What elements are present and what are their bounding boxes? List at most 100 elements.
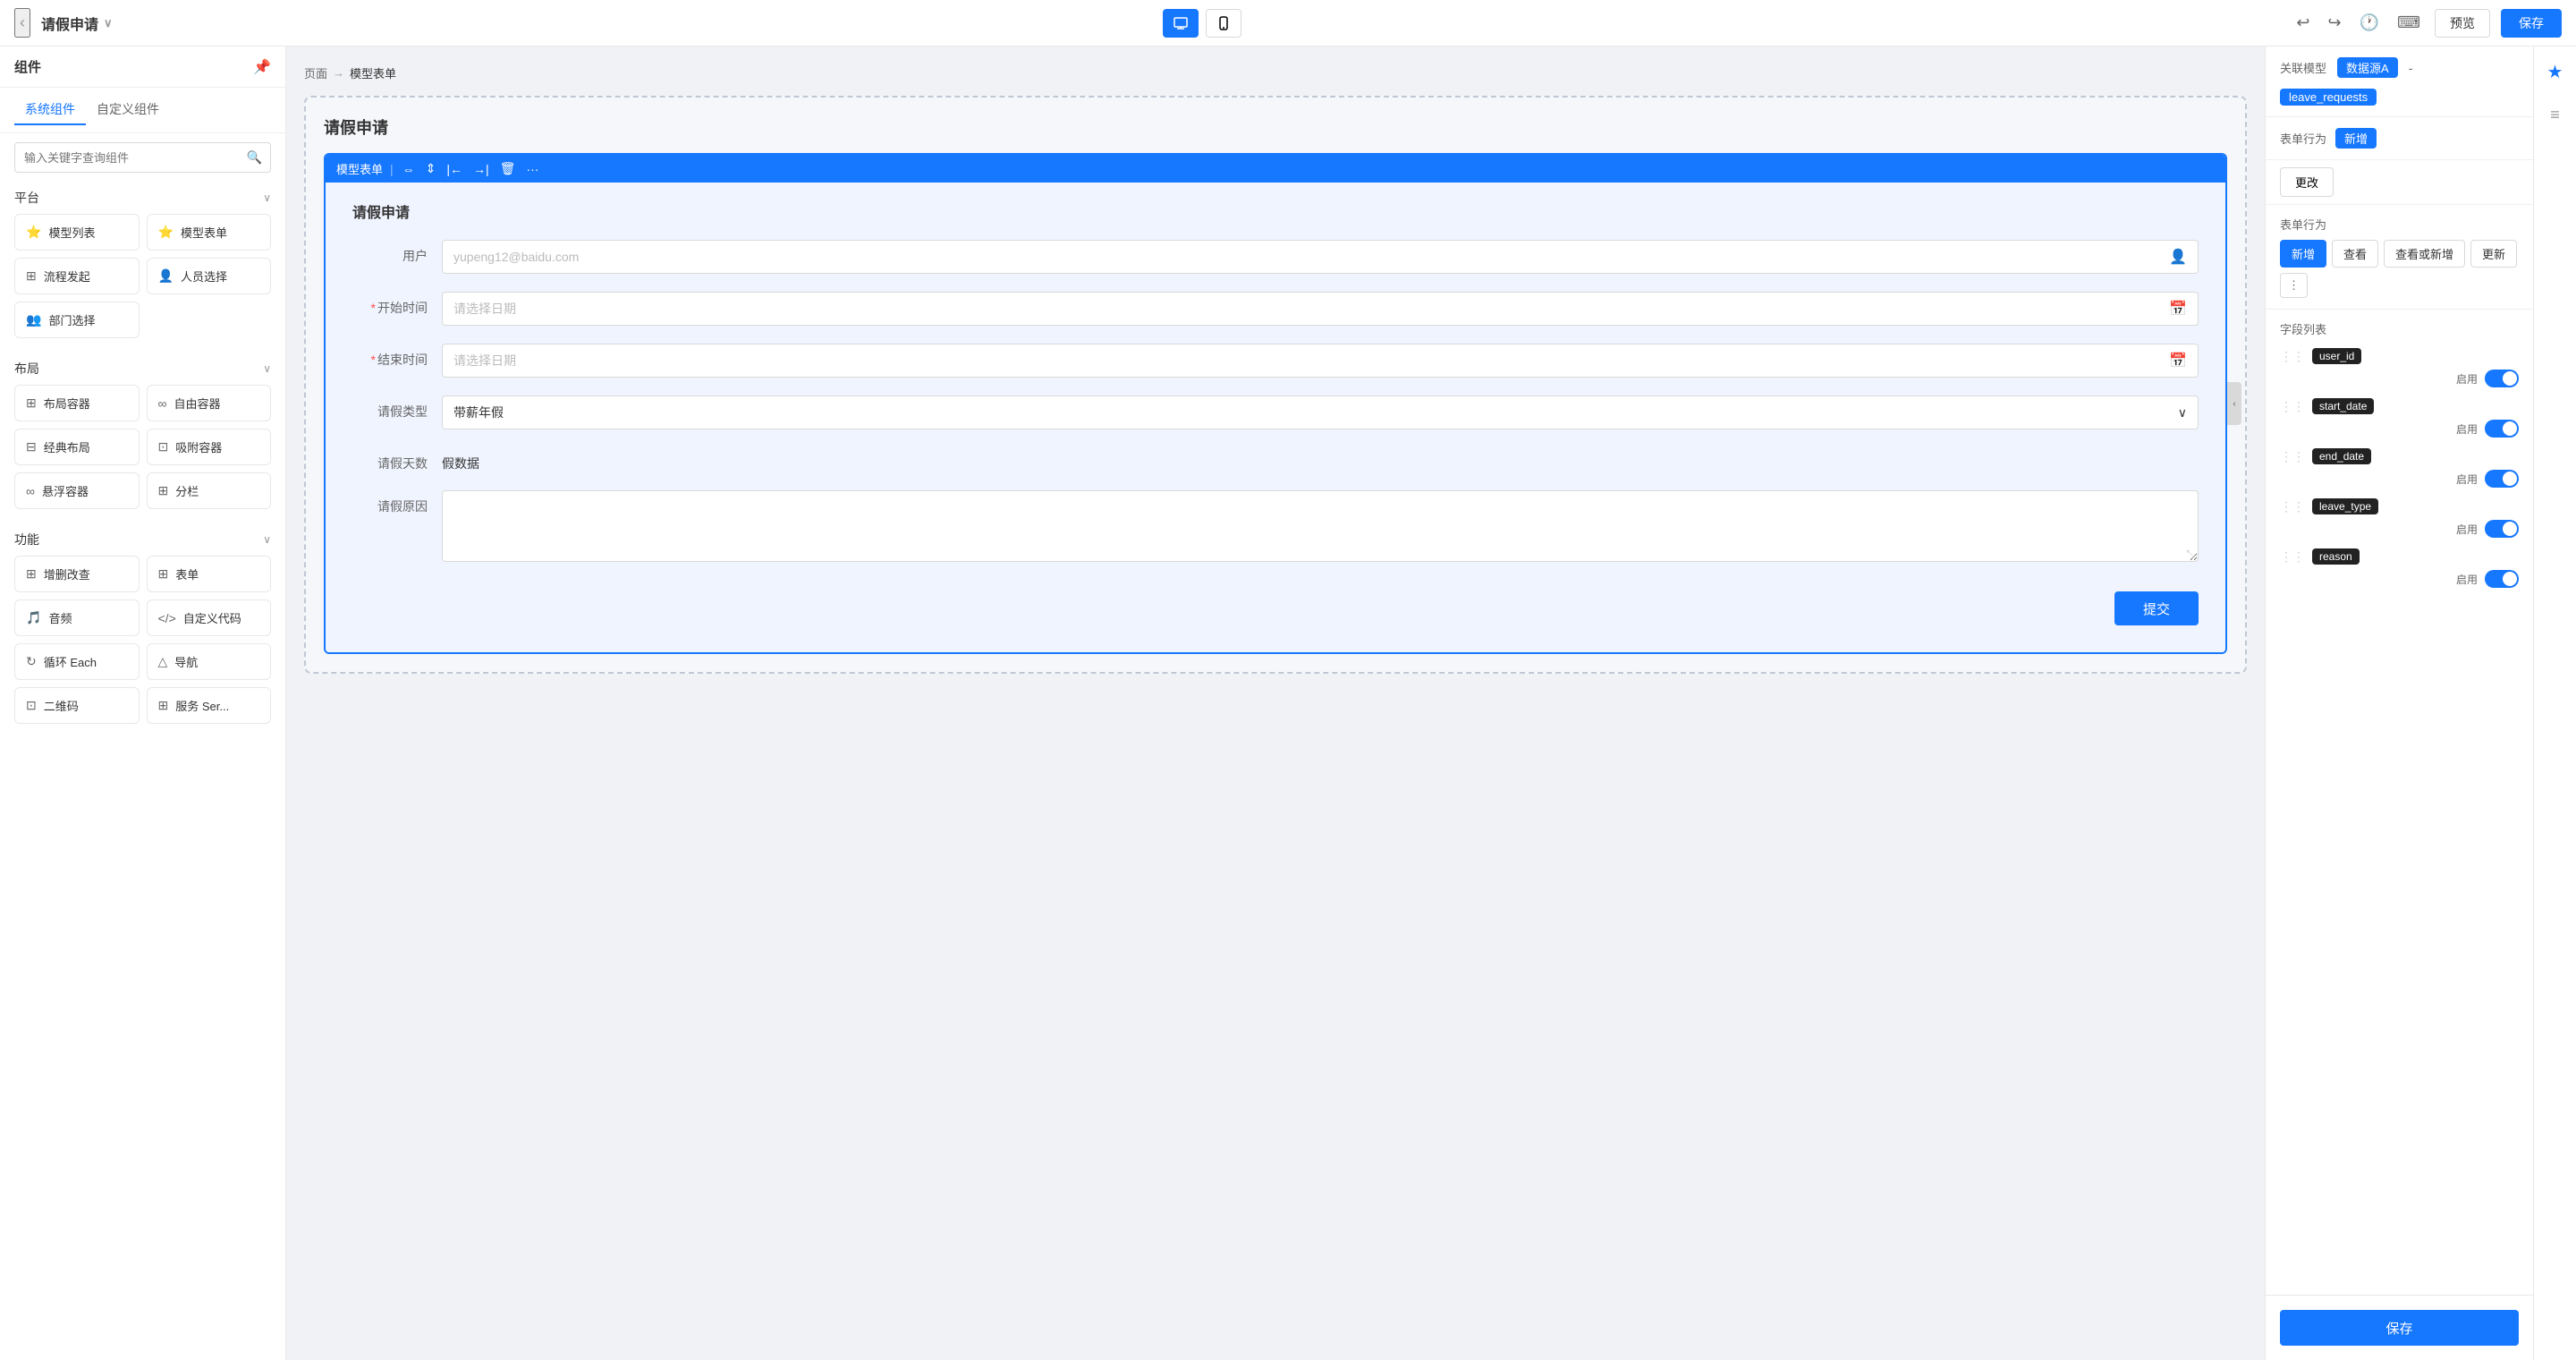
toggle-reason[interactable] [2485, 570, 2519, 588]
component-free-container[interactable]: ∞ 自由容器 [147, 385, 272, 421]
more-icon[interactable]: ··· [524, 162, 540, 176]
delete-icon[interactable]: 🗑 [498, 161, 518, 176]
select-leave-type[interactable]: 带薪年假 ∨ [442, 395, 2199, 429]
label-start-date: 开始时间 [352, 292, 442, 317]
toggle-user-id[interactable] [2485, 370, 2519, 387]
label-leave-reason: 请假原因 [352, 490, 442, 515]
undo-button[interactable]: ↩ [2292, 10, 2313, 36]
breadcrumb-sep: → [333, 66, 344, 80]
sidebar-tabs: 系统组件 自定义组件 [0, 88, 285, 133]
action-tab-update[interactable]: 更新 [2470, 240, 2517, 268]
form-row-leave-type: 请假类型 带薪年假 ∨ [352, 395, 2199, 429]
save-top-button[interactable]: 保存 [2501, 9, 2562, 38]
mobile-device-btn[interactable] [1206, 9, 1241, 38]
component-qrcode[interactable]: ⊡ 二维码 [14, 687, 140, 724]
search-input[interactable] [14, 142, 271, 173]
chevron-down-icon: ∨ [263, 191, 271, 204]
component-classic-layout[interactable]: ⊟ 经典布局 [14, 429, 140, 465]
field-tag-leave-type: leave_type [2312, 498, 2378, 514]
drag-handle-icon[interactable]: ⋮⋮ [2280, 349, 2305, 364]
back-button[interactable]: ‹ [14, 8, 30, 38]
component-snap-container[interactable]: ⊡ 吸附容器 [147, 429, 272, 465]
model-tag[interactable]: leave_requests [2280, 89, 2377, 106]
field-tag-end-date: end_date [2312, 448, 2371, 464]
form-action-label: 表单行为 [2280, 130, 2326, 147]
form-action-badge-section: 表单行为 新增 [2266, 117, 2533, 160]
component-crud[interactable]: ⊞ 增删改查 [14, 556, 140, 592]
datasource-tag[interactable]: 数据源A [2337, 57, 2398, 78]
component-custom-code[interactable]: </> 自定义代码 [147, 599, 272, 636]
toggle-leave-type[interactable] [2485, 520, 2519, 538]
section-function-header[interactable]: 功能 ∨ [14, 523, 271, 556]
page-title: 请假申请 ∨ [41, 13, 113, 34]
preview-button[interactable]: 预览 [2435, 9, 2490, 38]
desktop-device-btn[interactable] [1163, 9, 1199, 38]
drag-handle-icon[interactable]: ⋮⋮ [2280, 449, 2305, 464]
drag-handle-icon[interactable]: ⋮⋮ [2280, 499, 2305, 514]
form-page-title: 请假申请 [324, 115, 2227, 139]
collapse-right-arrow[interactable]: ‹ [2227, 382, 2241, 425]
field-tag-start-date: start_date [2312, 398, 2374, 414]
save-right-button[interactable]: 保存 [2280, 1310, 2519, 1346]
submit-button[interactable]: 提交 [2114, 591, 2199, 625]
drag-handle-icon[interactable]: ⋮⋮ [2280, 549, 2305, 565]
tab-system-components[interactable]: 系统组件 [14, 95, 86, 125]
toggle-start-date[interactable] [2485, 420, 2519, 438]
tab-custom-components[interactable]: 自定义组件 [86, 95, 170, 125]
action-new-badge[interactable]: 新增 [2335, 128, 2377, 149]
pin-icon[interactable]: 📌 [253, 58, 271, 76]
component-model-form[interactable]: ⭐ 模型表单 [147, 214, 272, 251]
field-leave-days: 假数据 [442, 447, 2199, 472]
component-service[interactable]: ⊞ 服务 Ser... [147, 687, 272, 724]
form-action-tabs-label: 表单行为 [2280, 216, 2519, 233]
move-icon[interactable]: ⇔ [401, 162, 417, 176]
redo-button[interactable]: ↪ [2325, 10, 2345, 36]
field-item-leave-type: ⋮⋮ leave_type 启用 [2280, 498, 2519, 538]
search-icon: 🔍 [247, 150, 262, 166]
section-function: 功能 ∨ ⊞ 增删改查 ⊞ 表单 🎵 音频 [14, 523, 271, 731]
component-flow-start[interactable]: ⊞ 流程发起 [14, 258, 140, 294]
component-float-container[interactable]: ∞ 悬浮容器 [14, 472, 140, 509]
update-button[interactable]: 更改 [2280, 167, 2334, 197]
component-layout-container[interactable]: ⊞ 布局容器 [14, 385, 140, 421]
title-dropdown-icon[interactable]: ∨ [104, 16, 113, 30]
person-icon: 👤 [158, 268, 174, 284]
component-model-list[interactable]: ⭐ 模型列表 [14, 214, 140, 251]
related-model-section: 关联模型 数据源A - leave_requests [2266, 47, 2533, 117]
crud-icon: ⊞ [26, 566, 37, 582]
fields-title: 字段列表 [2280, 320, 2519, 337]
left-align-icon[interactable]: |← [445, 162, 464, 176]
textarea-leave-reason[interactable] [442, 490, 2199, 562]
component-person-select[interactable]: 👤 人员选择 [147, 258, 272, 294]
keyboard-button[interactable]: ⌨ [2394, 10, 2424, 36]
input-end-date[interactable]: 请选择日期 📅 [442, 344, 2199, 378]
merge-icon[interactable]: ⇕ [424, 161, 438, 176]
history-button[interactable]: 🕐 [2356, 10, 2383, 36]
action-tab-view[interactable]: 查看 [2332, 240, 2378, 268]
action-tab-new[interactable]: 新增 [2280, 240, 2326, 268]
input-user[interactable]: yupeng12@baidu.com 👤 [442, 240, 2199, 274]
right-align-icon[interactable]: →| [471, 162, 491, 176]
star-bookmark-icon[interactable]: ★ [2541, 57, 2570, 86]
label-user: 用户 [352, 240, 442, 265]
component-navigation[interactable]: △ 导航 [147, 643, 272, 680]
left-sidebar: 组件 📌 系统组件 自定义组件 🔍 平台 ∨ ⭐ [0, 47, 286, 1360]
component-column[interactable]: ⊞ 分栏 [147, 472, 272, 509]
input-start-date[interactable]: 请选择日期 📅 [442, 292, 2199, 326]
dash-sep: - [2409, 61, 2413, 75]
properties-icon[interactable]: ≡ [2541, 100, 2570, 129]
action-tab-view-or-new[interactable]: 查看或新增 [2384, 240, 2465, 268]
group-icon: 👥 [26, 312, 41, 327]
component-form[interactable]: ⊞ 表单 [147, 556, 272, 592]
form-inner-title: 请假申请 [352, 200, 2199, 222]
component-audio[interactable]: 🎵 音频 [14, 599, 140, 636]
action-tab-more[interactable]: ⋮ [2280, 273, 2308, 298]
section-platform-header[interactable]: 平台 ∨ [14, 182, 271, 214]
section-layout-header[interactable]: 布局 ∨ [14, 353, 271, 385]
toggle-end-date[interactable] [2485, 470, 2519, 488]
component-dept-select[interactable]: 👥 部门选择 [14, 302, 140, 338]
toolbar-sep: | [390, 162, 394, 176]
breadcrumb-current: 模型表单 [350, 64, 396, 81]
component-loop-each[interactable]: ↻ 循环 Each [14, 643, 140, 680]
drag-handle-icon[interactable]: ⋮⋮ [2280, 399, 2305, 414]
